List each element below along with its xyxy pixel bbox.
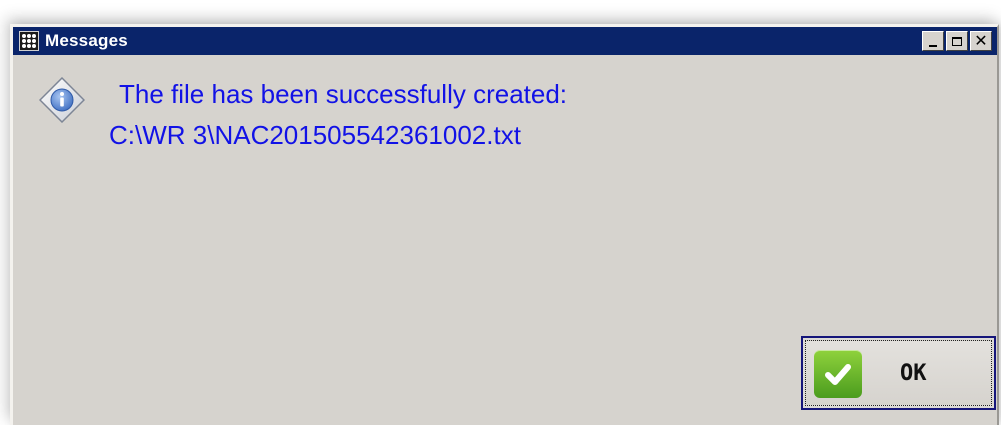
- close-icon: ✕: [974, 31, 988, 50]
- ok-button-label: OK: [900, 361, 927, 386]
- info-icon: [39, 77, 85, 123]
- minimize-icon: [929, 44, 937, 47]
- message-line-1: The file has been successfully created:: [119, 79, 568, 109]
- ok-button[interactable]: OK: [801, 336, 996, 410]
- window-title: Messages: [45, 31, 128, 50]
- title-bar[interactable]: Messages ✕: [13, 27, 997, 55]
- message-file-path: C:\WR 3\NAC201505542361002.txt: [109, 120, 521, 150]
- messages-dialog: Messages ✕ The file has been successfull…: [10, 24, 999, 425]
- app-icon: [19, 31, 39, 51]
- checkmark-icon: [814, 350, 862, 398]
- minimize-button[interactable]: [922, 31, 944, 51]
- maximize-button[interactable]: [946, 31, 968, 51]
- ok-button-focus-frame: OK: [805, 340, 992, 406]
- close-button[interactable]: ✕: [970, 31, 992, 51]
- maximize-icon: [952, 36, 962, 46]
